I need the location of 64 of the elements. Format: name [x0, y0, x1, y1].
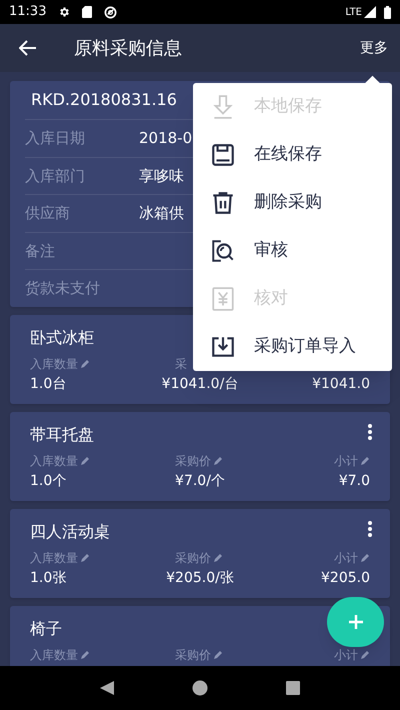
menu-item[interactable]: 审核: [193, 227, 392, 275]
more-icon[interactable]: [368, 520, 372, 536]
column-label: 入库数量: [30, 356, 78, 372]
item-name: 四人活动桌: [30, 520, 110, 542]
column-value: 1.0台: [30, 375, 66, 394]
recents-icon[interactable]: [285, 680, 302, 696]
column-value: 1.0个: [30, 472, 66, 491]
column-value: 1.0张: [30, 569, 66, 588]
back-icon[interactable]: [98, 680, 115, 696]
plus-icon: [348, 614, 364, 630]
more-icon[interactable]: [368, 424, 372, 440]
field-label: 入库部门: [25, 166, 86, 186]
magnifier-icon: [210, 238, 236, 264]
item-name: 椅子: [30, 618, 62, 640]
field-value: 冰箱供: [139, 203, 184, 224]
column-value: ¥7.0: [338, 472, 370, 491]
column-label: 采购价: [174, 452, 211, 470]
column-label: 小计: [334, 646, 358, 664]
document-number: RKD.20180831.16: [31, 89, 177, 111]
pencil-icon[interactable]: [360, 456, 370, 466]
field-value: 2018-0: [139, 128, 192, 149]
column-value: ¥205.0: [321, 569, 370, 588]
field-value: 享哆味: [139, 166, 184, 186]
sync-icon: [104, 6, 118, 18]
signal-icon: [364, 6, 376, 18]
column-value: ¥1041.0/台: [162, 375, 238, 394]
column-label: 入库数量: [30, 646, 78, 664]
network-label: LTE: [345, 6, 362, 20]
column-label: 入库数量: [30, 550, 78, 566]
item-name: 带耳托盘: [30, 424, 94, 446]
battery-icon: [384, 6, 391, 18]
pencil-icon[interactable]: [360, 552, 370, 562]
column-label: 小计: [334, 452, 358, 470]
column-label: 采: [174, 356, 187, 372]
pencil-icon[interactable]: [212, 552, 223, 562]
pencil-icon[interactable]: [360, 650, 370, 660]
column-value: ¥7.0/个: [175, 472, 225, 491]
menu-item[interactable]: 采购订单导入: [193, 323, 392, 371]
status-time: 11:33: [9, 3, 46, 22]
column-value: ¥205.0/张: [166, 569, 234, 588]
menu-item[interactable]: 删除采购: [193, 179, 392, 227]
column-label: 入库数量: [30, 452, 78, 470]
column-label: 小计: [334, 550, 358, 566]
page-title: 原料采购信息: [74, 36, 182, 60]
gear-icon: [58, 6, 70, 18]
home-icon[interactable]: [192, 680, 208, 696]
field-label: 货款未支付: [25, 278, 101, 299]
pencil-icon[interactable]: [80, 650, 90, 660]
pencil-icon[interactable]: [80, 358, 90, 368]
column-label: 采购价: [174, 646, 211, 664]
yen-icon: [210, 286, 236, 312]
more-button[interactable]: 更多: [360, 38, 388, 58]
item-name: 卧式冰柜: [30, 326, 94, 348]
pencil-icon[interactable]: [80, 456, 90, 466]
column-label: 采购价: [174, 550, 211, 566]
field-label: 供应商: [25, 203, 71, 224]
menu-item[interactable]: 在线保存: [193, 131, 392, 179]
pencil-icon[interactable]: [80, 552, 90, 562]
field-label: 备注: [25, 240, 56, 262]
pencil-icon[interactable]: [212, 456, 223, 466]
field-label: 入库日期: [25, 128, 86, 149]
sd-card-icon: [82, 6, 92, 18]
column-value: ¥1041.0: [312, 375, 370, 394]
pencil-icon[interactable]: [212, 650, 223, 660]
